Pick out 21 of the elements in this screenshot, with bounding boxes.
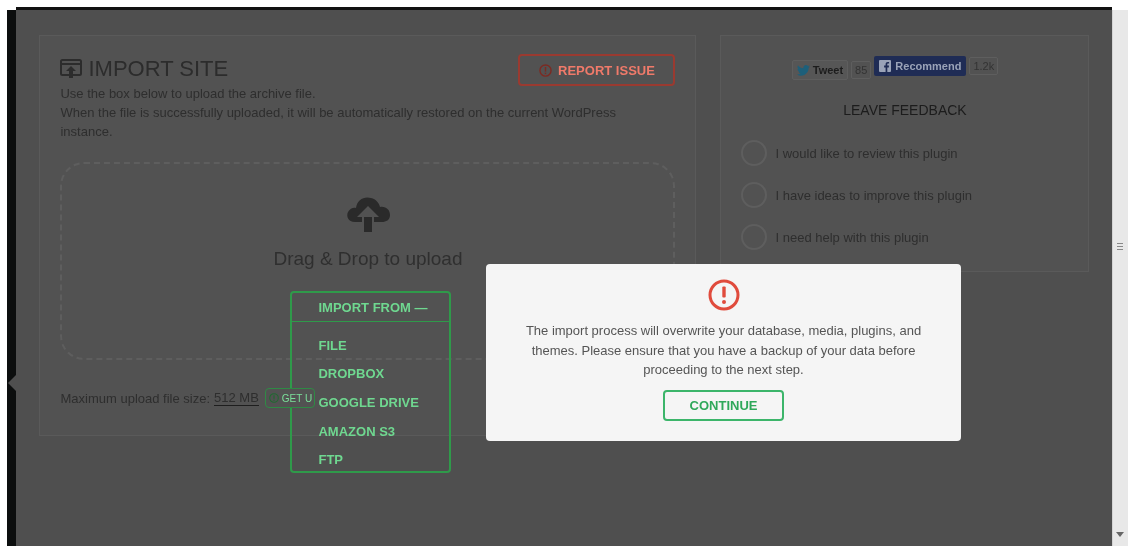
import-source-item[interactable]: DROPBOX: [318, 359, 385, 389]
import-from-toggle[interactable]: IMPORT FROM —: [292, 293, 450, 322]
cloud-upload-icon: [344, 194, 391, 232]
alert-icon: [539, 63, 553, 77]
scroll-down-icon[interactable]: [1116, 532, 1125, 537]
continue-button[interactable]: CONTINUE: [663, 389, 784, 421]
recommend-button[interactable]: Recommend: [874, 56, 967, 76]
report-issue-button[interactable]: REPORT ISSUE: [518, 54, 676, 86]
alert-icon: [707, 279, 740, 311]
import-source-item[interactable]: AMAZON S3: [318, 416, 396, 446]
bird-icon: [796, 64, 810, 76]
tweet-button[interactable]: Tweet: [791, 60, 849, 80]
import-source-item[interactable]: GOOGLE DRIVE: [318, 388, 419, 417]
grip-icon: [1117, 243, 1124, 250]
upload-window-icon: [60, 59, 83, 79]
facebook-icon: [879, 60, 892, 72]
alert-icon: [268, 393, 279, 403]
scrollbar[interactable]: [1112, 10, 1128, 546]
import-source-item[interactable]: FTP: [318, 445, 344, 474]
import-source-item[interactable]: FILE: [318, 331, 347, 360]
upgrade-button[interactable]: GET U: [264, 388, 316, 408]
